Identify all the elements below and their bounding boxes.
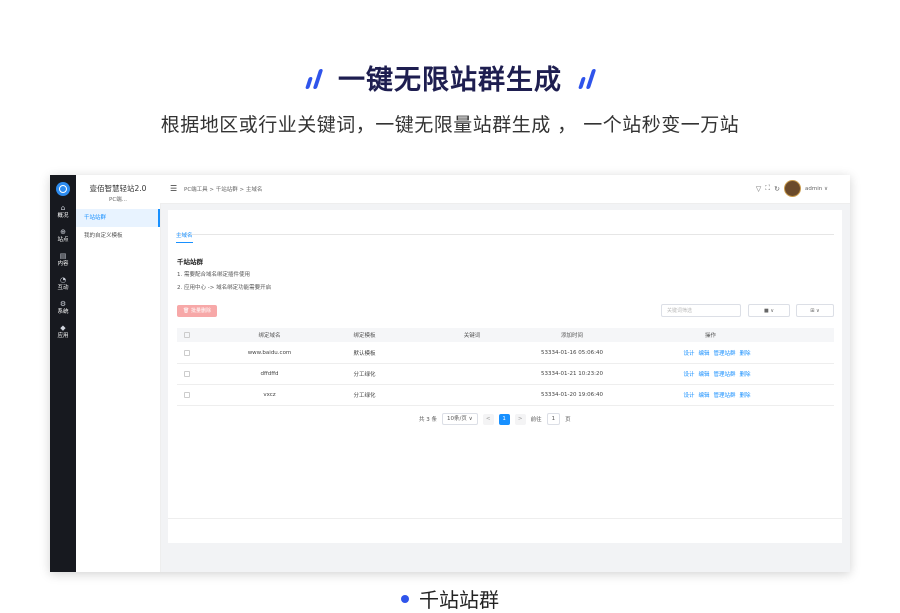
fullscreen-icon[interactable]: ⛶ bbox=[765, 184, 770, 193]
menu-item-site-group[interactable]: 千站站群 bbox=[76, 209, 160, 227]
table-row: www.baidu.com 默认模板 53334-01-16 05:06:40 … bbox=[177, 343, 834, 364]
shirt-icon[interactable]: ▽ bbox=[756, 185, 761, 193]
rail-item-content[interactable]: ▤ 内容 bbox=[50, 252, 76, 268]
page-unit-label: 页 bbox=[565, 417, 571, 423]
caption-text: 千站站群 bbox=[419, 588, 499, 612]
footer-divider bbox=[168, 518, 842, 519]
cell-template: 分工绿化 bbox=[353, 372, 376, 378]
hint-line-2: 2. 应用中心 -> 域名绑定功能需要开启 bbox=[177, 285, 272, 291]
interact-icon: ◔ bbox=[59, 276, 67, 284]
design-link[interactable]: 设计 bbox=[683, 349, 694, 357]
cell-domain: dffdffd bbox=[260, 371, 279, 377]
col-time: 添加时间 bbox=[560, 333, 583, 339]
rail-item-site[interactable]: ⊕ 站点 bbox=[50, 228, 76, 244]
design-link[interactable]: 设计 bbox=[683, 391, 694, 399]
total-count: 共 3 条 bbox=[419, 417, 437, 423]
row-actions: 设计 编辑 管理站群 删除 bbox=[677, 364, 757, 384]
menu-item-custom-template[interactable]: 我的自定义模板 bbox=[76, 227, 160, 245]
design-link[interactable]: 设计 bbox=[683, 370, 694, 378]
cell-domain: www.baidu.com bbox=[247, 350, 292, 356]
content-icon: ▤ bbox=[59, 252, 67, 260]
cell-template: 分工绿化 bbox=[353, 393, 376, 399]
section-title: 千站站群 bbox=[177, 258, 203, 266]
edit-link[interactable]: 编辑 bbox=[698, 391, 709, 399]
edit-link[interactable]: 编辑 bbox=[698, 370, 709, 378]
admin-screenshot: ⌂ 概况 ⊕ 站点 ▤ 内容 ◔ 互动 ⚙ 系统 ◆ 应用 壹佰智慧轻站2.0 PC端...… bbox=[50, 175, 850, 572]
edit-link[interactable]: 编辑 bbox=[698, 349, 709, 357]
site-icon: ⊕ bbox=[60, 228, 66, 236]
tab-main-domain[interactable]: 主域名 bbox=[176, 231, 193, 243]
tab-bar: 主域名 bbox=[176, 222, 834, 243]
hero-heading: 一键无限站群生成 bbox=[0, 58, 900, 97]
current-page[interactable]: 1 bbox=[498, 413, 510, 425]
app-icon: ◆ bbox=[60, 324, 66, 332]
goto-page-input[interactable]: 1 bbox=[546, 413, 561, 425]
bullet-dot-icon bbox=[401, 594, 409, 603]
rail-item-system[interactable]: ⚙ 系统 bbox=[50, 300, 76, 316]
hero-subtitle: 根据地区或行业关键词，一键无限量站群生成 ， 一个站秒变一万站 bbox=[160, 114, 740, 136]
cell-keyword bbox=[387, 343, 557, 363]
row-checkbox[interactable] bbox=[184, 350, 190, 356]
brand-sub: PC端... bbox=[109, 197, 127, 203]
delete-link[interactable]: 删除 bbox=[740, 391, 751, 399]
row-actions: 设计 编辑 管理站群 删除 bbox=[677, 385, 757, 405]
home-icon: ⌂ bbox=[60, 204, 66, 212]
brand-name: 壹佰智慧轻站2.0 bbox=[89, 184, 147, 193]
hamburger-icon[interactable]: ☰ bbox=[170, 184, 177, 193]
sub-menu: 壹佰智慧轻站2.0 PC端... 千站站群 我的自定义模板 bbox=[76, 175, 161, 572]
column-select[interactable]: ⊞ ∨ bbox=[796, 304, 834, 317]
cell-keyword bbox=[387, 385, 557, 405]
cell-keyword bbox=[387, 364, 557, 384]
select-all-checkbox[interactable] bbox=[184, 332, 190, 338]
cell-time: 53334-01-20 19:06:40 bbox=[541, 392, 603, 398]
delete-link[interactable]: 删除 bbox=[740, 349, 751, 357]
top-bar: ☰ PC端工具 > 千站站群 > 主域名 ▽ ⛶ ↻ admin ∨ bbox=[160, 175, 850, 204]
batch-delete-button[interactable]: 🗑 批量删除 bbox=[177, 305, 217, 317]
table-row: dffdffd 分工绿化 53334-01-21 10:23:20 设计 编辑 … bbox=[177, 364, 834, 385]
hero-title: 一键无限站群生成 bbox=[338, 65, 562, 96]
pagination: 共 3 条 10条/页 ∨ < 1 > 前往 1 页 bbox=[419, 413, 571, 425]
keyword-filter-input[interactable]: 关键词筛选 bbox=[661, 304, 741, 317]
cell-time: 53334-01-21 10:23:20 bbox=[541, 371, 603, 377]
caption: 千站站群 bbox=[0, 584, 900, 613]
app-logo-icon bbox=[56, 182, 70, 196]
table-row: vxcz 分工绿化 53334-01-20 19:06:40 设计 编辑 管理站… bbox=[177, 385, 834, 406]
row-checkbox[interactable] bbox=[184, 371, 190, 377]
breadcrumb: PC端工具 > 千站站群 > 主域名 bbox=[184, 187, 263, 193]
prev-page-button[interactable]: < bbox=[482, 413, 494, 425]
slash-decoration-icon bbox=[578, 67, 597, 89]
rail-item-overview[interactable]: ⌂ 概况 bbox=[50, 204, 76, 220]
icon-rail: ⌂ 概况 ⊕ 站点 ▤ 内容 ◔ 互动 ⚙ 系统 ◆ 应用 bbox=[50, 175, 76, 572]
hint-line-1: 1. 需要配合域名绑定插件使用 bbox=[177, 272, 250, 278]
col-domain: 绑定域名 bbox=[258, 333, 281, 339]
refresh-icon[interactable]: ↻ bbox=[774, 185, 780, 193]
trash-icon: 🗑 bbox=[183, 308, 190, 314]
manage-link[interactable]: 管理站群 bbox=[714, 370, 736, 378]
rail-item-interact[interactable]: ◔ 互动 bbox=[50, 276, 76, 292]
page-size-select[interactable]: 10条/页 ∨ bbox=[442, 413, 478, 425]
cell-domain: vxcz bbox=[263, 392, 276, 398]
delete-link[interactable]: 删除 bbox=[740, 370, 751, 378]
avatar[interactable] bbox=[783, 180, 801, 197]
cell-time: 53334-01-16 05:06:40 bbox=[541, 350, 603, 356]
slash-decoration-icon bbox=[305, 67, 324, 89]
col-template: 绑定模板 bbox=[353, 333, 376, 339]
rail-item-app[interactable]: ◆ 应用 bbox=[50, 324, 76, 340]
table-header: 绑定域名 绑定模板 关键词 添加时间 操作 bbox=[177, 328, 834, 342]
view-select[interactable]: ■ ∨ bbox=[748, 304, 790, 317]
row-actions: 设计 编辑 管理站群 删除 bbox=[677, 343, 757, 363]
row-checkbox[interactable] bbox=[184, 392, 190, 398]
manage-link[interactable]: 管理站群 bbox=[714, 391, 736, 399]
system-icon: ⚙ bbox=[59, 300, 67, 308]
manage-link[interactable]: 管理站群 bbox=[714, 349, 736, 357]
col-actions: 操作 bbox=[704, 333, 716, 339]
cell-template: 默认模板 bbox=[353, 351, 376, 357]
next-page-button[interactable]: > bbox=[514, 413, 526, 425]
col-keyword: 关键词 bbox=[463, 333, 481, 339]
goto-label: 前往 bbox=[530, 417, 542, 423]
main-panel: 主域名 千站站群 1. 需要配合域名绑定插件使用 2. 应用中心 -> 域名绑定… bbox=[168, 210, 842, 543]
user-menu[interactable]: admin ∨ bbox=[805, 186, 828, 192]
